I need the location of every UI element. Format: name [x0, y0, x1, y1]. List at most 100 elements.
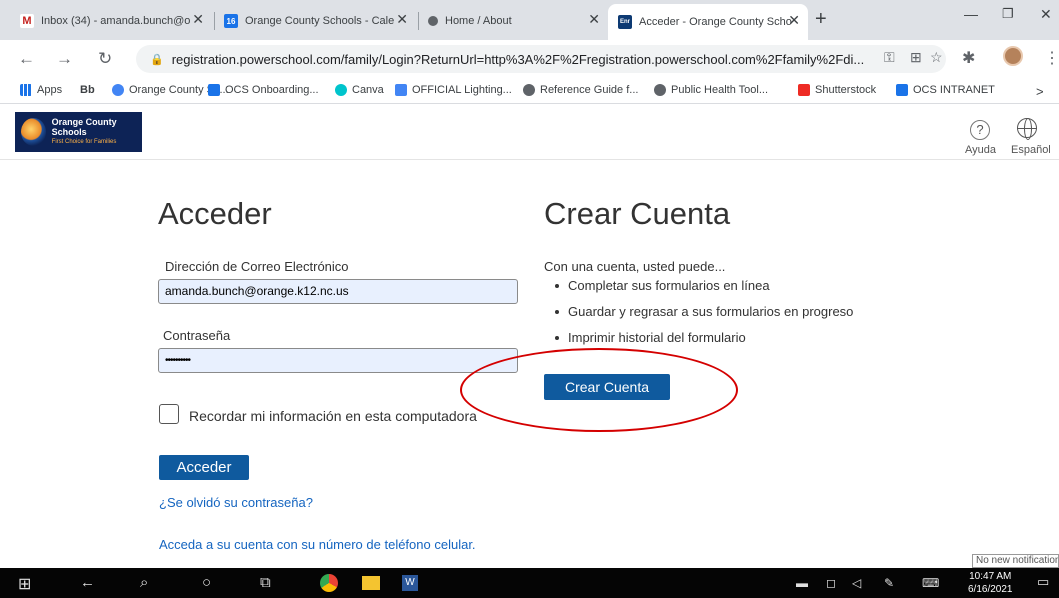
orange-county-schools-logo[interactable]: Orange County Schools First Choice for F… [15, 112, 142, 152]
tab-calendar[interactable]: 16 Orange County Schools - Cale ✕ [214, 6, 414, 36]
more-bookmarks-chevron-icon[interactable]: > [1036, 84, 1044, 99]
bookmark-label: Canva [352, 84, 384, 96]
star-icon[interactable]: ☆ [930, 49, 943, 66]
help-icon[interactable]: ? [970, 120, 990, 140]
forward-icon[interactable]: → [56, 49, 73, 69]
logo-tagline: First Choice for Families [51, 139, 117, 145]
red-annotation-ellipse [460, 348, 738, 432]
bookmark-public-health[interactable]: Public Health Tool... [654, 84, 768, 96]
tab-label: Acceder - Orange County Scho [639, 16, 792, 28]
bookmark-apps[interactable]: Apps [20, 84, 62, 96]
extensions-icon[interactable]: ✱ [962, 48, 975, 68]
logo-globe-icon [21, 118, 46, 146]
reload-icon[interactable]: ↻ [98, 49, 112, 69]
create-account-intro: Con una cuenta, usted puede... [544, 259, 726, 274]
language-link[interactable]: Español [1011, 144, 1051, 156]
new-tab-button[interactable]: + [815, 8, 827, 31]
login-title: Acceder [158, 196, 272, 231]
tab-label: Home / About [445, 15, 512, 27]
file-explorer-icon[interactable] [362, 576, 380, 590]
windows-start-icon[interactable]: ⊞ [18, 574, 31, 594]
task-view-icon[interactable]: ⧉ [260, 574, 271, 591]
gmail-icon: M [20, 14, 34, 28]
browser-toolbar: ← → ↻ 🔒 registration.powerschool.com/fam… [0, 40, 1059, 78]
url-text: registration.powerschool.com/family/Logi… [171, 51, 865, 67]
password-field[interactable]: •••••••••• [158, 348, 518, 373]
phone-login-link[interactable]: Acceda a su cuenta con su número de telé… [159, 537, 476, 552]
bookmark-label: Reference Guide f... [540, 84, 639, 96]
site-header: Orange County Schools First Choice for F… [0, 105, 1059, 160]
help-link[interactable]: Ayuda [965, 144, 996, 156]
shutterstock-icon [798, 84, 810, 96]
clock-date: 6/16/2021 [968, 584, 1013, 595]
remember-label[interactable]: Recordar mi información en esta computad… [189, 408, 477, 424]
language-globe-icon[interactable] [1017, 118, 1037, 140]
password-label: Contraseña [163, 328, 231, 343]
grey-site-icon [523, 84, 535, 96]
minimize-icon[interactable]: — [964, 6, 978, 22]
tab-label: Orange County Schools - Cale [245, 15, 395, 27]
chrome-web-icon [428, 16, 438, 26]
chrome-taskbar-icon[interactable] [320, 574, 338, 592]
email-label: Dirección de Correo Electrónico [165, 259, 349, 274]
menu-dots-icon[interactable]: ⋮ [1044, 48, 1059, 68]
remember-checkbox[interactable] [159, 404, 179, 424]
calendar-icon [208, 84, 220, 96]
grey-site-icon [654, 84, 666, 96]
lock-icon: 🔒 [150, 53, 164, 66]
volume-icon[interactable]: ◁ [852, 576, 861, 590]
clock-time: 10:47 AM [969, 571, 1012, 582]
word-icon[interactable]: W [402, 575, 418, 591]
tab-acceder[interactable]: Enr Acceder - Orange County Scho ✕ [608, 4, 808, 40]
bookmark-ocs-intranet[interactable]: OCS INTRANET [896, 84, 995, 96]
cortana-icon[interactable]: ○ [202, 574, 211, 591]
benefit-item: Guardar y regrasar a sus formularios en … [554, 304, 853, 330]
canva-icon [335, 84, 347, 96]
windows-taskbar: ⊞ ← ⌕ ○ ⧉ W ▬ ◻ ◁ ✎ ⌨ 10:47 AM 6/16/2021… [0, 568, 1059, 598]
chrome-icon [112, 84, 124, 96]
bookmark-shutterstock[interactable]: Shutterstock [798, 84, 876, 96]
battery-icon[interactable]: ▬ [796, 576, 808, 590]
tab-label: Inbox (34) - amanda.bunch@o [41, 15, 191, 27]
enr-icon: Enr [618, 15, 632, 29]
blackboard-icon: Bb [80, 84, 95, 96]
pen-icon[interactable]: ✎ [884, 576, 894, 590]
close-icon[interactable]: ✕ [192, 11, 204, 28]
translate-icon[interactable]: ⊞ [910, 49, 922, 66]
browser-tab-strip: M Inbox (34) - amanda.bunch@o ✕ 16 Orang… [0, 0, 1059, 40]
forgot-password-link[interactable]: ¿Se olvidó su contraseña? [159, 495, 313, 510]
keyboard-icon[interactable]: ⌨ [922, 576, 939, 590]
create-account-benefits: Completar sus formularios en línea Guard… [554, 278, 853, 356]
apps-grid-icon [20, 84, 32, 96]
back-icon[interactable]: ← [18, 49, 35, 69]
bookmark-label: OCS Onboarding... [225, 84, 319, 96]
bookmark-bb[interactable]: Bb [80, 84, 95, 96]
tab-gmail[interactable]: M Inbox (34) - amanda.bunch@o ✕ [10, 6, 210, 36]
window-close-icon[interactable]: ✕ [1040, 6, 1052, 23]
address-bar[interactable]: 🔒 registration.powerschool.com/family/Lo… [136, 45, 946, 73]
close-icon[interactable]: ✕ [788, 12, 800, 29]
close-icon[interactable]: ✕ [396, 11, 408, 28]
back-arrow-icon[interactable]: ← [80, 574, 95, 591]
close-icon[interactable]: ✕ [588, 11, 600, 28]
action-center-icon[interactable]: ▭ [1037, 574, 1049, 590]
system-clock[interactable]: 10:47 AM 6/16/2021 [968, 570, 1013, 596]
bookmark-reference-guide[interactable]: Reference Guide f... [523, 84, 638, 96]
login-button[interactable]: Acceder [159, 455, 249, 480]
password-key-icon[interactable]: ⚿ [884, 49, 895, 66]
bookmark-official-lighting[interactable]: OFFICIAL Lighting... [395, 84, 512, 96]
bookmark-ocs-onboarding[interactable]: OCS Onboarding... [208, 84, 319, 96]
profile-avatar[interactable] [1003, 46, 1023, 66]
bookmark-label: Shutterstock [815, 84, 877, 96]
calendar-icon: 16 [224, 14, 238, 28]
bookmarks-bar: Apps Bb Orange County Sc... OCS Onboardi… [0, 78, 1059, 104]
intranet-icon [896, 84, 908, 96]
tab-home-about[interactable]: Home / About ✕ [418, 6, 608, 36]
bookmark-label: Apps [37, 84, 63, 96]
email-field[interactable]: amanda.bunch@orange.k12.nc.us [158, 279, 518, 304]
restore-icon[interactable]: ❐ [1002, 6, 1014, 22]
search-icon[interactable]: ⌕ [140, 574, 148, 591]
bookmark-label: Public Health Tool... [671, 84, 769, 96]
bookmark-canva[interactable]: Canva [335, 84, 384, 96]
network-icon[interactable]: ◻ [826, 576, 836, 590]
